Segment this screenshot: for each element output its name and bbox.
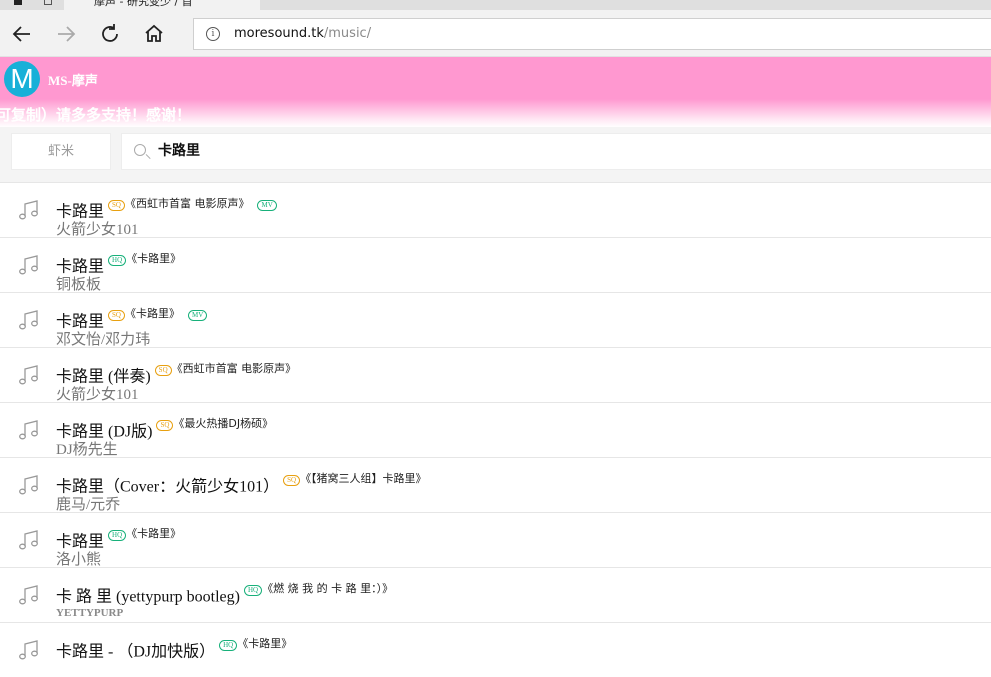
song-row[interactable]: 卡路里 HQ 《卡路里》 洛小熊 <box>0 512 991 569</box>
notice-marquee: 可复制）请多多支持！感谢！ <box>0 108 192 124</box>
search-box[interactable] <box>121 133 991 170</box>
artist-name[interactable]: 鹿马/元乔 <box>56 493 120 514</box>
song-title[interactable]: 卡路里 - （DJ加快版） <box>56 643 215 660</box>
song-title[interactable]: 卡 路 里 (yettypurp bootleg) <box>56 588 240 605</box>
window-icon <box>44 0 52 5</box>
search-bar: 虾米 <box>0 127 991 182</box>
music-note-icon[interactable] <box>17 418 41 442</box>
album-name[interactable]: 《【猪窝三人组】卡路里》 <box>300 472 427 485</box>
song-row[interactable]: 卡路里 HQ 《卡路里》 铜板板 <box>0 237 991 294</box>
song-row[interactable]: 卡路里 (伴奏) SQ 《西虹市首富 电影原声》 火箭少女101 <box>0 347 991 404</box>
quality-badge: HQ <box>243 585 263 596</box>
artist-name[interactable]: 邓文怡/邓力玮 <box>56 328 150 349</box>
home-button[interactable] <box>141 21 167 47</box>
song-title-line: 卡 路 里 (yettypurp bootleg) HQ 《燃 烧 我 的 卡 路 … <box>56 580 393 606</box>
album-name[interactable]: 《最火热播DJ杨硕》 <box>173 417 273 430</box>
site-header: M MS-摩声 可复制）请多多支持！感谢！ <box>0 57 991 127</box>
music-note-icon[interactable] <box>17 253 41 277</box>
mv-badge[interactable]: MV <box>187 310 208 321</box>
album-name[interactable]: 《燃 烧 我 的 卡 路 里：）》 <box>262 582 393 595</box>
quality-badge: HQ <box>108 255 127 266</box>
artist-name[interactable]: 铜板板 <box>56 273 101 294</box>
song-row[interactable]: 卡路里 (DJ版) SQ 《最火热播DJ杨硕》 DJ杨先生 <box>0 402 991 459</box>
address-host: moresound.tk <box>234 26 324 41</box>
artist-name[interactable]: 火箭少女101 <box>56 218 139 239</box>
site-brand[interactable]: MS-摩声 <box>48 70 98 89</box>
artist-name[interactable]: YETTYPURP <box>56 607 123 619</box>
site-logo[interactable]: M <box>4 61 40 97</box>
quality-badge: SQ <box>108 310 125 321</box>
browser-tab-title: 摩声 - 研究变少 / 首 <box>94 0 193 8</box>
artist-name[interactable]: 洛小熊 <box>56 548 101 569</box>
browser-nav-bar: i moresound.tk/music/ <box>0 10 991 57</box>
song-row[interactable]: 卡 路 里 (yettypurp bootleg) HQ 《燃 烧 我 的 卡 路 … <box>0 567 991 622</box>
forward-button[interactable] <box>53 21 79 47</box>
refresh-icon <box>102 24 118 42</box>
music-note-icon[interactable] <box>17 198 41 222</box>
browser-tab-strip: 摩声 - 研究变少 / 首 <box>0 0 991 10</box>
browser-tab[interactable]: 摩声 - 研究变少 / 首 <box>64 0 260 10</box>
artist-name[interactable]: DJ杨先生 <box>56 438 118 459</box>
quality-badge: SQ <box>154 365 172 376</box>
album-name[interactable]: 《卡路里》 <box>126 527 181 540</box>
album-name[interactable]: 《卡路里》 <box>237 637 292 650</box>
quality-badge: SQ <box>156 420 174 431</box>
music-note-icon[interactable] <box>17 308 41 332</box>
album-name[interactable]: 《西虹市首富 电影原声》 <box>125 197 250 210</box>
search-input[interactable] <box>158 134 758 169</box>
song-row[interactable]: 卡路里（Cover：火箭少女101） SQ 《【猪窝三人组】卡路里》 鹿马/元乔 <box>0 457 991 514</box>
back-arrow-icon <box>12 26 30 42</box>
refresh-button[interactable] <box>97 21 123 47</box>
music-note-icon[interactable] <box>17 638 41 662</box>
quality-badge: SQ <box>283 475 301 486</box>
music-note-icon[interactable] <box>17 363 41 387</box>
quality-badge: HQ <box>108 530 127 541</box>
back-button[interactable] <box>9 21 35 47</box>
artist-name[interactable]: 火箭少女101 <box>56 383 139 404</box>
album-name[interactable]: 《卡路里》 <box>125 307 180 320</box>
quality-badge: HQ <box>219 640 238 651</box>
window-icon <box>14 0 22 5</box>
album-name[interactable]: 《卡路里》 <box>126 252 181 265</box>
home-icon <box>145 24 163 42</box>
music-note-icon[interactable] <box>17 583 41 607</box>
song-title-line: 卡路里 - （DJ加快版） HQ 《卡路里》 <box>56 635 292 661</box>
song-row[interactable]: 卡路里 - （DJ加快版） HQ 《卡路里》 <box>0 622 991 677</box>
song-row[interactable]: 卡路里 SQ 《卡路里》 MV 邓文怡/邓力玮 <box>0 292 991 349</box>
address-path: /music/ <box>323 26 372 41</box>
music-source-selector[interactable]: 虾米 <box>11 133 111 170</box>
music-note-icon[interactable] <box>17 528 41 552</box>
address-bar[interactable]: i moresound.tk/music/ <box>193 18 991 50</box>
search-icon <box>134 144 146 156</box>
info-icon[interactable]: i <box>206 27 220 41</box>
music-note-icon[interactable] <box>17 473 41 497</box>
song-list: 卡路里 SQ 《西虹市首富 电影原声》 MV 火箭少女101 卡路里 HQ 《卡路里》 铜板板卡… <box>0 182 991 677</box>
album-name[interactable]: 《西虹市首富 电影原声》 <box>172 362 297 375</box>
song-row[interactable]: 卡路里 SQ 《西虹市首富 电影原声》 MV 火箭少女101 <box>0 182 991 239</box>
quality-badge: SQ <box>108 200 125 211</box>
forward-arrow-icon <box>58 26 76 42</box>
mv-badge[interactable]: MV <box>257 200 277 211</box>
